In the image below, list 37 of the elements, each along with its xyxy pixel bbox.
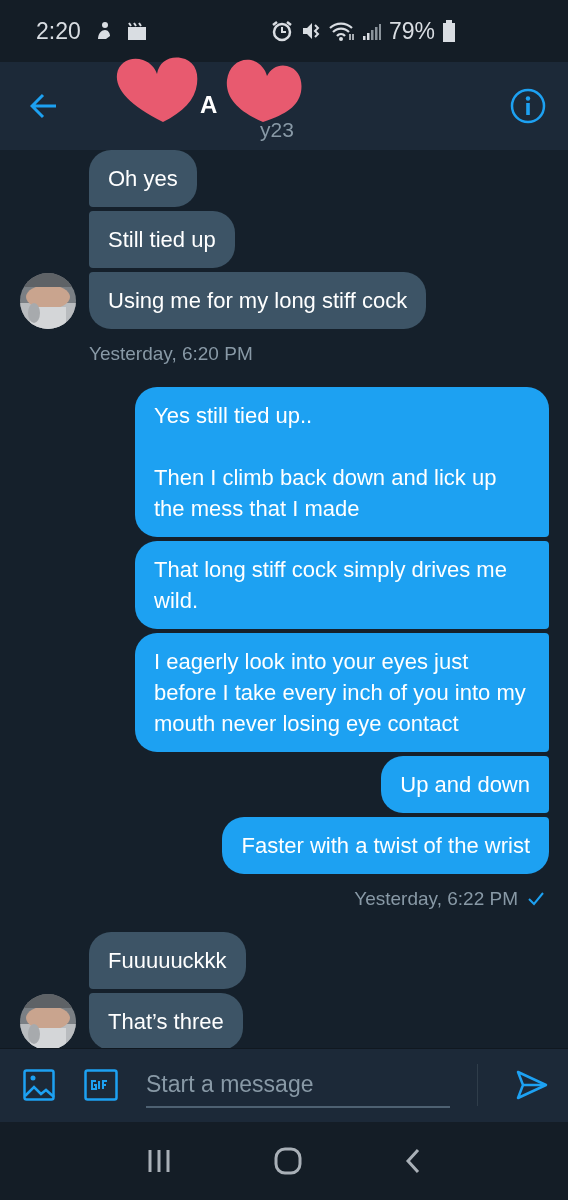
send-button[interactable] xyxy=(516,1070,548,1100)
contact-name: A xyxy=(200,92,219,118)
clock-time: 2:20 xyxy=(36,17,81,45)
gif-icon xyxy=(84,1069,118,1101)
message-bubble: Faster with a twist of the wrist xyxy=(222,817,549,874)
battery-percent: 79% xyxy=(388,17,435,45)
message-bubble: That’s three xyxy=(89,993,243,1048)
message-bubble: Yes still tied up.. Then I climb back down and lick up the mess that I made xyxy=(135,387,549,537)
menu-icon xyxy=(146,1148,171,1174)
message-timestamp: Yesterday, 6:22 PM xyxy=(354,888,518,910)
back-button[interactable] xyxy=(405,1148,422,1174)
message-bubble: I eagerly look into your eyes just before I take every inch of you into my mouth never losing eye contact xyxy=(135,633,549,752)
image-button[interactable] xyxy=(23,1069,55,1101)
back-arrow-icon[interactable] xyxy=(30,93,58,119)
message-bubble: Still tied up xyxy=(89,211,235,268)
message-bubble: That long stiff cock simply drives me wild. xyxy=(135,541,549,629)
alarm-icon xyxy=(270,20,293,42)
message-bubble: Oh yes xyxy=(89,150,197,207)
send-icon xyxy=(516,1070,548,1100)
gif-button[interactable] xyxy=(84,1069,118,1101)
wifi-icon xyxy=(328,21,355,41)
signal-icon xyxy=(362,22,381,40)
battery-icon xyxy=(443,20,455,42)
back-icon xyxy=(405,1148,422,1174)
message-bubble: Fuuuuuckkk xyxy=(89,932,246,989)
info-icon xyxy=(510,88,546,124)
message-bubble: Up and down xyxy=(381,756,549,813)
info-button[interactable] xyxy=(510,88,546,124)
message-bubble: Using me for my long stiff cock xyxy=(89,272,427,329)
gallery-icon xyxy=(126,22,147,40)
handle-fragment: y23 xyxy=(260,118,294,142)
image-icon xyxy=(23,1069,55,1101)
home-button[interactable] xyxy=(274,1147,302,1175)
home-icon xyxy=(274,1147,302,1175)
mute-icon xyxy=(300,21,321,41)
message-timestamp: Yesterday, 6:20 PM xyxy=(89,343,253,365)
recent-apps-button[interactable] xyxy=(146,1148,171,1174)
